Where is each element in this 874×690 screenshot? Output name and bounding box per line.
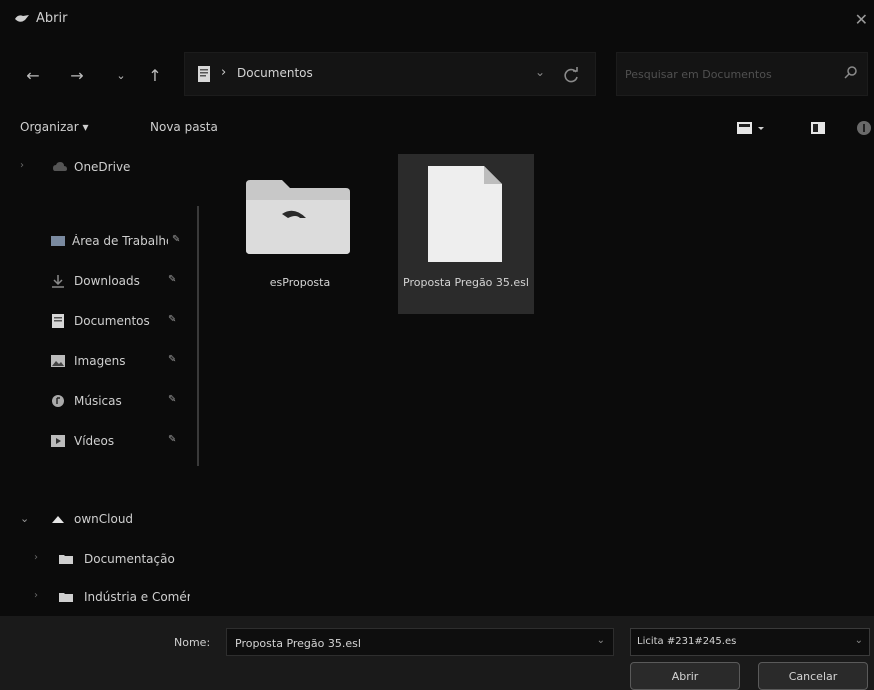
chevron-down-icon[interactable]: ⌄ <box>597 635 605 646</box>
sidebar-item-desktop[interactable]: Área de Trabalho ✎ <box>0 230 200 254</box>
sidebar-item-musicas[interactable]: Músicas ✎ <box>0 390 200 414</box>
file-name-input[interactable] <box>233 633 577 653</box>
chevron-right-icon[interactable]: › <box>34 590 38 601</box>
sidebar-item-label: Vídeos <box>74 434 115 448</box>
app-icon <box>15 15 29 22</box>
download-icon <box>52 275 64 288</box>
sidebar-item-imagens[interactable]: Imagens ✎ <box>0 350 200 374</box>
search-box[interactable]: Pesquisar em Documentos <box>616 52 868 96</box>
chevron-right-icon[interactable]: › <box>34 552 38 563</box>
sidebar-item-label: Documentação <box>84 552 175 566</box>
help-icon[interactable] <box>856 120 872 136</box>
folder-icon <box>59 555 73 564</box>
file-type-select[interactable]: Licita #231#245.es ⌄ <box>630 628 870 656</box>
cloud-icon <box>52 516 64 523</box>
music-icon <box>52 395 64 407</box>
sidebar-item-documentacao[interactable]: › Documentação <box>0 548 200 572</box>
forward-icon[interactable]: → <box>66 64 88 86</box>
refresh-icon[interactable] <box>560 64 582 86</box>
cancel-button[interactable]: Cancelar <box>758 662 868 690</box>
new-folder-button[interactable]: Nova pasta <box>150 120 218 134</box>
videos-icon <box>51 435 65 447</box>
sidebar-item-label: Imagens <box>74 354 126 368</box>
file-name: Proposta Pregão 35.esl <box>403 276 529 289</box>
chevron-down-icon[interactable]: ⌄ <box>20 512 29 525</box>
folder-item-esproposta[interactable]: esProposta <box>232 154 368 314</box>
preview-pane-icon[interactable] <box>810 120 826 136</box>
up-icon[interactable]: ↑ <box>144 64 166 86</box>
chevron-down-icon[interactable]: ⌄ <box>110 64 132 86</box>
chevron-down-icon[interactable]: ⌄ <box>855 635 863 646</box>
file-name-label: Nome: <box>174 636 211 649</box>
search-placeholder: Pesquisar em Documentos <box>625 68 772 81</box>
sidebar-item-downloads[interactable]: Downloads ✎ <box>0 270 200 294</box>
address-dropdown-icon[interactable]: ⌄ <box>535 65 545 79</box>
navigation-pane: › OneDrive Área de Trabalho ✎ Downloads … <box>0 146 200 616</box>
pin-icon: ✎ <box>168 274 177 285</box>
folder-icon <box>59 593 73 602</box>
file-list: esProposta Proposta Pregão 35.esl <box>206 146 874 616</box>
search-icon <box>844 66 857 79</box>
pin-icon: ✎ <box>168 314 177 325</box>
close-icon[interactable]: ✕ <box>855 10 868 29</box>
sidebar-item-label: Músicas <box>74 394 122 408</box>
pin-icon: ✎ <box>168 354 177 365</box>
sidebar-item-label: OneDrive <box>74 160 131 174</box>
sidebar-item-videos[interactable]: Vídeos ✎ <box>0 430 200 454</box>
view-options-icon[interactable] <box>736 120 766 136</box>
sidebar-scrollbar[interactable] <box>197 206 199 466</box>
title-bar: Abrir ✕ <box>0 0 874 40</box>
documents-icon <box>52 314 64 328</box>
address-bar[interactable]: › Documentos ⌄ <box>184 52 596 96</box>
sidebar-item-industria[interactable]: › Indústria e Comércio <box>0 586 200 610</box>
sidebar-item-label: ownCloud <box>74 512 134 526</box>
sidebar-item-label: Indústria e Comércio <box>84 590 190 604</box>
navigation-bar: ← → ⌄ ↑ › Documentos ⌄ Pesquisar em Docu… <box>0 50 874 100</box>
pin-icon: ✎ <box>168 394 177 405</box>
open-button[interactable]: Abrir <box>630 662 740 690</box>
sidebar-item-owncloud[interactable]: ⌄ ownCloud <box>0 508 200 532</box>
breadcrumb-separator: › <box>221 65 227 80</box>
document-icon <box>428 166 502 262</box>
command-bar: Organizar ▾ Nova pasta <box>0 110 874 146</box>
sidebar-item-onedrive[interactable]: › OneDrive <box>0 156 200 180</box>
file-item-proposta-pregao[interactable]: Proposta Pregão 35.esl <box>398 154 534 314</box>
pin-icon: ✎ <box>172 234 181 245</box>
pictures-icon <box>51 355 65 367</box>
chevron-right-icon[interactable]: › <box>20 160 24 171</box>
file-type-value: Licita #231#245.es <box>637 636 737 647</box>
cloud-icon <box>53 162 67 171</box>
desktop-icon <box>51 236 65 246</box>
folder-icon <box>246 180 350 254</box>
sidebar-item-documentos[interactable]: Documentos ✎ <box>0 310 200 334</box>
documents-icon <box>198 66 210 82</box>
open-file-dialog: Abrir ✕ ← → ⌄ ↑ › Documentos ⌄ Pesquisar… <box>0 0 874 690</box>
organize-button[interactable]: Organizar ▾ <box>20 120 89 134</box>
window-title: Abrir <box>36 11 68 26</box>
sidebar-item-label: Área de Trabalho <box>72 234 168 248</box>
sidebar-item-label: Downloads <box>74 274 140 288</box>
breadcrumb-documentos[interactable]: Documentos <box>237 66 313 80</box>
dialog-footer: Nome: ⌄ Licita #231#245.es ⌄ Abrir Cance… <box>0 616 874 690</box>
file-name-field[interactable]: ⌄ <box>226 628 614 656</box>
pin-icon: ✎ <box>168 434 177 445</box>
sidebar-item-label: Documentos <box>74 314 150 328</box>
back-icon[interactable]: ← <box>22 64 44 86</box>
file-name: esProposta <box>269 276 331 289</box>
